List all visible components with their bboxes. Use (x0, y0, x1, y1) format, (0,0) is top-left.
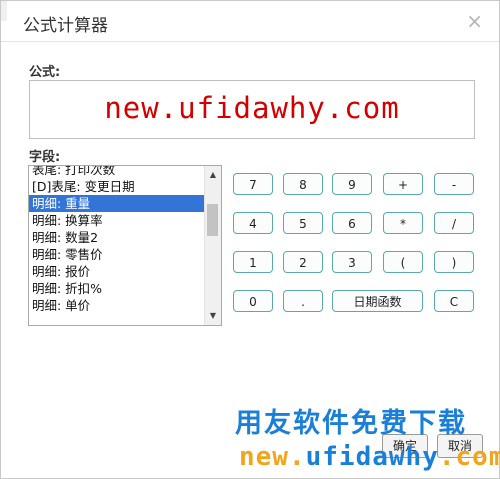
key-4[interactable]: 4 (233, 212, 273, 234)
fields-label: 字段: (29, 150, 61, 165)
close-icon[interactable]: × (466, 9, 483, 33)
list-item[interactable]: 明细: 零售价 (29, 246, 205, 263)
scroll-up-icon[interactable]: ▲ (205, 168, 221, 182)
fields-list[interactable]: 表尾: 打印次数 [D]表尾: 变更日期 明细: 重量 明细: 换算率 明细: … (28, 165, 222, 326)
formula-value: new.ufidawhy.com (104, 91, 400, 125)
title-bar: 公式计算器 × (1, 1, 499, 42)
scroll-thumb[interactable] (207, 204, 218, 236)
formula-input[interactable]: new.ufidawhy.com (29, 80, 475, 139)
key-plus[interactable]: + (383, 173, 423, 195)
key-6[interactable]: 6 (332, 212, 372, 234)
list-item[interactable]: 明细: 单价 (29, 297, 205, 314)
list-item[interactable]: 明细: 数量2 (29, 229, 205, 246)
list-item[interactable]: 明细: 报价 (29, 263, 205, 280)
watermark-url-suffix: .com (438, 442, 500, 472)
watermark-url-prefix: new. (239, 442, 306, 472)
list-item-selected[interactable]: 明细: 重量 (29, 195, 205, 212)
scroll-down-icon[interactable]: ▼ (205, 309, 221, 323)
watermark-url: new.ufidawhy.com (239, 442, 500, 472)
watermark-title: 用友软件免费下载 (235, 408, 467, 439)
watermark-url-domain: ufidawhy (305, 442, 439, 472)
key-8[interactable]: 8 (283, 173, 323, 195)
list-item[interactable]: 明细: 折扣% (29, 280, 205, 297)
list-item[interactable]: 表尾: 打印次数 (29, 166, 205, 178)
key-dot[interactable]: . (283, 290, 323, 312)
key-5[interactable]: 5 (283, 212, 323, 234)
date-function-button[interactable]: 日期函数 (332, 290, 423, 312)
key-open-paren[interactable]: ( (383, 251, 423, 273)
list-item[interactable]: 明细: 换算率 (29, 212, 205, 229)
key-multiply[interactable]: * (383, 212, 423, 234)
fields-scrollbar[interactable]: ▲ ▼ (204, 166, 221, 325)
key-2[interactable]: 2 (283, 251, 323, 273)
key-minus[interactable]: - (434, 173, 474, 195)
key-0[interactable]: 0 (233, 290, 273, 312)
key-3[interactable]: 3 (332, 251, 372, 273)
formula-calculator-dialog: 公式计算器 × 公式: new.ufidawhy.com 字段: 表尾: 打印次… (0, 0, 500, 479)
key-clear[interactable]: C (434, 290, 474, 312)
key-9[interactable]: 9 (332, 173, 372, 195)
dialog-title: 公式计算器 (23, 16, 108, 36)
list-item[interactable]: [D]表尾: 变更日期 (29, 178, 205, 195)
formula-label: 公式: (29, 65, 61, 80)
key-7[interactable]: 7 (233, 173, 273, 195)
key-1[interactable]: 1 (233, 251, 273, 273)
key-close-paren[interactable]: ) (434, 251, 474, 273)
key-divide[interactable]: / (434, 212, 474, 234)
